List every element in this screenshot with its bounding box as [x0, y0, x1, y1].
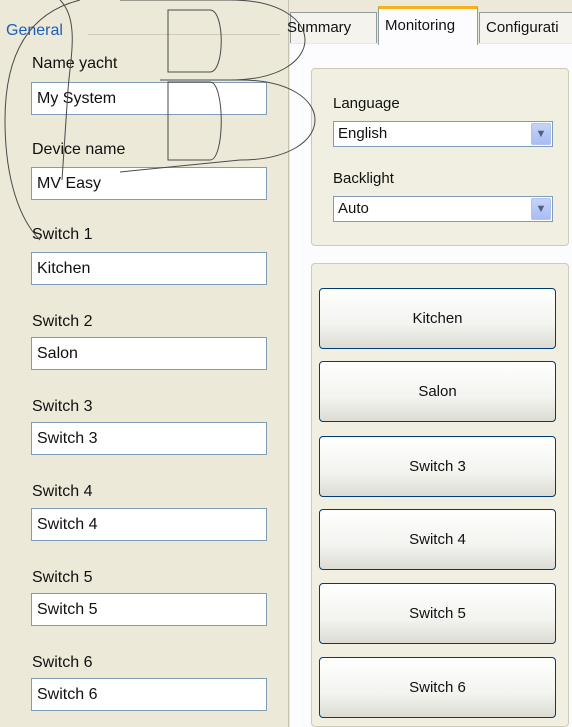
switch-4-button[interactable]: Switch 4 [319, 509, 556, 570]
switch-4-input[interactable] [31, 508, 267, 541]
switch-2-button[interactable]: Salon [319, 361, 556, 422]
backlight-value: Auto [338, 200, 369, 217]
switch-3-button[interactable]: Switch 3 [319, 436, 556, 497]
switch-1-label: Switch 1 [32, 226, 93, 243]
backlight-select[interactable]: Auto ▼ [333, 196, 553, 222]
switch-4-label: Switch 4 [32, 483, 93, 500]
group-divider [88, 34, 280, 35]
switch-5-input[interactable] [31, 593, 267, 626]
switch-1-input[interactable] [31, 252, 267, 285]
backlight-label: Backlight [333, 170, 394, 187]
switch-3-label: Switch 3 [32, 398, 93, 415]
group-title-general: General [6, 22, 67, 40]
language-select[interactable]: English ▼ [333, 121, 553, 147]
device-name-input[interactable] [31, 167, 267, 200]
switch-5-button[interactable]: Switch 5 [319, 583, 556, 644]
switch-6-button[interactable]: Switch 6 [319, 657, 556, 718]
switch-5-label: Switch 5 [32, 569, 93, 586]
general-settings-panel: General Name yacht Device name Switch 1 … [0, 0, 289, 727]
tab-configuration[interactable]: Configurati [479, 12, 572, 43]
language-value: English [338, 125, 388, 142]
switch-2-label: Switch 2 [32, 313, 93, 330]
switch-3-input[interactable] [31, 422, 267, 455]
tab-summary[interactable]: Summary [287, 12, 377, 43]
chevron-down-icon[interactable]: ▼ [531, 198, 551, 220]
switch-2-input[interactable] [31, 337, 267, 370]
switch-6-input[interactable] [31, 678, 267, 711]
switch-6-label: Switch 6 [32, 654, 93, 671]
device-name-label: Device name [32, 141, 126, 158]
name-yacht-input[interactable] [31, 82, 267, 115]
name-yacht-label: Name yacht [32, 55, 118, 72]
chevron-down-icon[interactable]: ▼ [531, 123, 551, 145]
switch-1-button[interactable]: Kitchen [319, 288, 556, 349]
tab-bar: Summary Monitoring Configurati [287, 0, 572, 45]
language-label: Language [333, 95, 400, 112]
tab-monitoring[interactable]: Monitoring [378, 6, 478, 45]
